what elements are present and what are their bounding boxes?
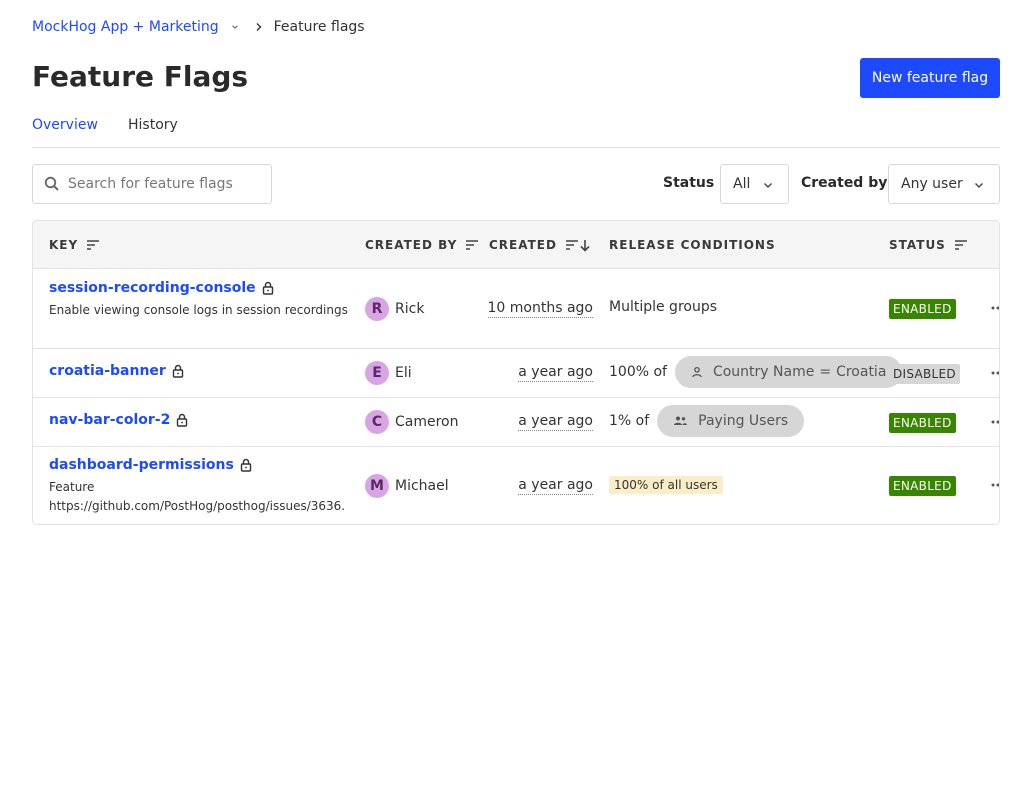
table-row: nav-bar-color-2 C Cameron a year ago 1% … (33, 398, 999, 447)
lock-icon (262, 281, 274, 295)
release-conditions: 100% of Country Name = Croatia (609, 356, 903, 388)
creator: E Eli (365, 361, 412, 385)
creator-name: Eli (395, 365, 412, 381)
tab-bar: Overview History (32, 112, 1000, 148)
more-options-icon[interactable] (991, 478, 999, 492)
group-icon (673, 415, 688, 427)
release-conditions-text: Multiple groups (609, 299, 718, 315)
created-timestamp: a year ago (518, 413, 593, 431)
column-header-status[interactable]: STATUS (889, 238, 968, 252)
all-users-badge: 100% of all users (609, 476, 723, 494)
column-header-created-by[interactable]: CREATED BY (365, 238, 479, 252)
more-options-icon[interactable] (991, 366, 999, 380)
search-icon (44, 176, 60, 192)
creator: C Cameron (365, 410, 459, 434)
table-header: KEY CREATED BY CREATED RELEASE CONDITION… (33, 221, 999, 269)
tab-overview[interactable]: Overview (32, 117, 98, 133)
column-header-created[interactable]: CREATED (489, 238, 591, 252)
status-select[interactable]: All (720, 164, 789, 204)
column-header-release-conditions: RELEASE CONDITIONS (609, 238, 776, 252)
flag-key-text: dashboard-permissions (49, 457, 234, 473)
sort-icon[interactable] (86, 239, 100, 251)
page-title: Feature Flags (32, 60, 249, 93)
lock-icon (172, 364, 184, 378)
flag-key-link[interactable]: dashboard-permissions (49, 457, 252, 473)
flag-key-text: session-recording-console (49, 280, 256, 296)
release-conditions: 1% of Paying Users (609, 405, 805, 437)
column-header-label: STATUS (889, 238, 946, 252)
new-feature-flag-button[interactable]: New feature flag (860, 58, 1000, 98)
flag-description: Enable viewing console logs in session r… (49, 303, 348, 317)
release-conditions: 100% of all users (609, 476, 723, 494)
creator-name: Cameron (395, 414, 459, 430)
flag-description-line: https://github.com/PostHog/posthog/issue… (49, 499, 346, 513)
status-badge: ENABLED (889, 299, 956, 319)
release-rollout-text: 100% of (609, 364, 667, 380)
creator: R Rick (365, 297, 424, 321)
property-name: Country Name (712, 364, 815, 380)
created-timestamp: a year ago (518, 477, 593, 495)
created-timestamp: 10 months ago (487, 300, 593, 318)
column-header-label: CREATED BY (365, 238, 458, 252)
column-header-label: CREATED (489, 238, 557, 252)
avatar: M (365, 474, 389, 498)
release-conditions: Multiple groups (609, 299, 717, 315)
flag-key-text: croatia-banner (49, 363, 166, 379)
person-icon (691, 366, 703, 378)
table-row: dashboard-permissions Feature https://gi… (33, 447, 999, 524)
property-filter-pill: Country Name = Croatia (674, 356, 903, 388)
column-header-label: KEY (49, 238, 79, 252)
sort-descending-icon[interactable] (565, 239, 591, 252)
created-by-filter-label: Created by (801, 175, 888, 191)
status-filter-label: Status (663, 175, 715, 191)
breadcrumb-current: Feature flags (273, 19, 365, 35)
chevron-down-icon (975, 183, 983, 188)
chevron-down-icon (764, 183, 772, 188)
search-box[interactable] (32, 164, 272, 204)
lock-icon (240, 458, 252, 472)
column-header-key[interactable]: KEY (49, 238, 100, 252)
creator-name: Rick (395, 301, 425, 317)
release-rollout-text: 1% of (609, 413, 650, 429)
flag-key-link[interactable]: croatia-banner (49, 363, 184, 379)
search-input[interactable] (68, 176, 258, 192)
flag-key-link[interactable]: nav-bar-color-2 (49, 412, 188, 428)
cohort-pill: Paying Users (657, 405, 805, 437)
status-badge: DISABLED (889, 364, 960, 384)
feature-flags-table: KEY CREATED BY CREATED RELEASE CONDITION… (32, 220, 1000, 525)
creator-name: Michael (395, 478, 449, 494)
status-select-value: All (733, 176, 751, 192)
more-options-icon[interactable] (991, 301, 999, 315)
sort-icon[interactable] (954, 239, 968, 251)
column-header-label: RELEASE CONDITIONS (609, 238, 776, 252)
tab-history[interactable]: History (128, 117, 178, 133)
flag-key-text: nav-bar-color-2 (49, 412, 171, 428)
more-options-icon[interactable] (991, 415, 999, 429)
table-row: croatia-banner E Eli a year ago 100% of … (33, 349, 999, 398)
avatar: R (365, 297, 389, 321)
flag-key-link[interactable]: session-recording-console (49, 280, 274, 296)
flag-description: Feature https://github.com/PostHog/posth… (49, 478, 359, 516)
chevron-down-icon[interactable] (231, 23, 239, 31)
created-by-select[interactable]: Any user (888, 164, 1000, 204)
avatar: C (365, 410, 389, 434)
sort-icon[interactable] (465, 239, 479, 251)
breadcrumb-project-link[interactable]: MockHog App + Marketing (32, 19, 219, 35)
created-by-select-value: Any user (901, 176, 963, 192)
table-row: session-recording-console Enable viewing… (33, 269, 999, 349)
created-timestamp: a year ago (518, 364, 593, 382)
cohort-name: Paying Users (698, 413, 789, 429)
avatar: E (365, 361, 389, 385)
creator: M Michael (365, 474, 449, 498)
breadcrumb: MockHog App + Marketing Feature flags (32, 17, 365, 37)
property-value: Croatia (836, 364, 887, 380)
flag-description-line: Feature (49, 480, 95, 494)
status-badge: ENABLED (889, 476, 956, 496)
chevron-right-icon (255, 22, 263, 32)
property-operator: = (819, 364, 832, 380)
lock-icon (176, 413, 188, 427)
status-badge: ENABLED (889, 413, 956, 433)
